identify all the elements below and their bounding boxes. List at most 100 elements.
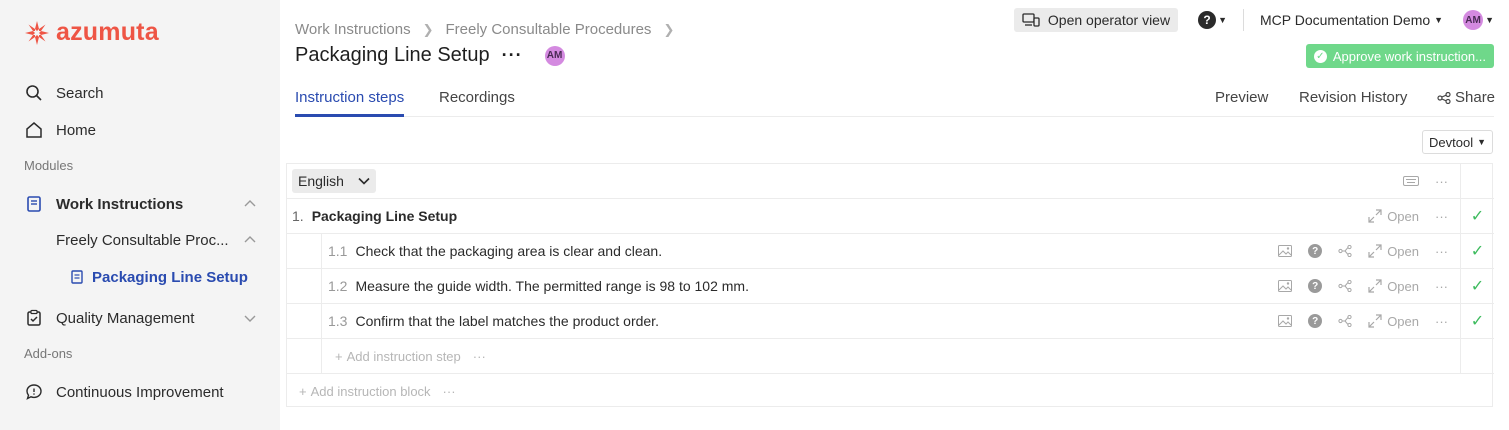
help-icon: ? (1198, 11, 1217, 29)
sidebar-item-continuous-improvement[interactable]: Continuous Improvement (24, 382, 224, 402)
keyboard-icon[interactable] (1403, 176, 1419, 186)
share-icon (1437, 91, 1451, 104)
brand-logo[interactable]: azumuta (24, 18, 159, 47)
caret-down-icon: ▼ (1477, 137, 1486, 147)
sidebar-item-label: Quality Management (56, 309, 195, 327)
sidebar-item-packaging-line-setup[interactable]: Packaging Line Setup (70, 267, 248, 287)
indent-cell (287, 269, 322, 303)
more-options-icon[interactable]: ··· (1435, 244, 1448, 259)
instruction-block-row[interactable]: 1. Packaging Line Setup Open ··· ✓ (287, 199, 1494, 234)
more-options-icon[interactable]: ··· (1435, 314, 1448, 329)
more-options-icon[interactable]: ··· (473, 349, 486, 364)
step-content: 1.3 Confirm that the label matches the pr… (328, 313, 659, 329)
image-icon[interactable] (1278, 280, 1293, 292)
caret-down-icon: ▼ (1218, 15, 1227, 25)
add-instruction-step-button[interactable]: + Add instruction step ··· (335, 349, 486, 364)
add-block-row: + Add instruction block ··· (287, 374, 1494, 409)
add-step-row: + Add instruction step ··· (287, 339, 1494, 374)
user-menu[interactable]: AM ▼ (1443, 10, 1494, 30)
step-text: Check that the packaging area is clear a… (355, 243, 663, 259)
instruction-step-row[interactable]: 1.3 Confirm that the label matches the pr… (287, 304, 1494, 339)
share-label: Share (1455, 89, 1496, 106)
open-step-button[interactable]: Open (1368, 244, 1419, 259)
chevron-up-icon[interactable] (243, 233, 257, 247)
branch-icon[interactable] (1338, 315, 1352, 327)
more-options-icon[interactable]: ··· (1435, 174, 1448, 189)
plus-icon: + (335, 348, 343, 364)
caret-down-icon: ▼ (1434, 15, 1444, 25)
share-button[interactable]: Share (1437, 89, 1495, 106)
devtool-dropdown[interactable]: Devtool ▼ (1422, 130, 1493, 154)
expand-icon (1368, 314, 1382, 328)
open-block-button[interactable]: Open (1368, 209, 1419, 224)
sidebar-item-label: Search (56, 84, 104, 102)
language-select[interactable]: English (292, 169, 376, 193)
expand-icon (1368, 279, 1382, 293)
branch-icon[interactable] (1338, 280, 1352, 292)
chevron-down-icon[interactable] (243, 311, 257, 325)
approve-work-instruction-button[interactable]: ✓ Approve work instruction... (1305, 44, 1494, 68)
expand-icon (1368, 244, 1382, 258)
home-icon (24, 120, 44, 140)
azumuta-logo-icon (25, 20, 49, 45)
step-actions: ? Open ··· (1262, 269, 1448, 303)
chevron-up-icon[interactable] (243, 197, 257, 211)
avatar[interactable]: AM (544, 45, 565, 66)
image-icon[interactable] (1278, 315, 1293, 327)
instruction-step-row[interactable]: 1.2 Measure the guide width. The permitte… (287, 269, 1494, 304)
instruction-step-row[interactable]: 1.1 Check that the packaging area is clea… (287, 234, 1494, 269)
approve-label: Approve work instruction... (1332, 48, 1486, 64)
help-icon[interactable]: ? (1308, 244, 1323, 258)
sidebar-item-quality-management[interactable]: Quality Management (24, 308, 194, 328)
help-menu[interactable]: ? ▼ (1198, 11, 1227, 29)
open-operator-view-button[interactable]: Open operator view (1013, 8, 1179, 32)
tab-bar: Instruction steps Recordings Preview Rev… (295, 89, 1495, 117)
add-instruction-block-button[interactable]: + Add instruction block ··· (299, 384, 456, 399)
help-icon[interactable]: ? (1308, 314, 1323, 328)
more-options-icon[interactable]: ··· (502, 45, 523, 66)
image-icon[interactable] (1278, 245, 1293, 257)
tab-recordings[interactable]: Recordings (439, 89, 515, 117)
page-title: Packaging Line Setup (295, 44, 490, 66)
help-icon[interactable]: ? (1308, 279, 1323, 293)
preview-link[interactable]: Preview (1215, 89, 1268, 106)
step-number: 1.1 (328, 243, 348, 259)
sidebar-item-search[interactable]: Search (24, 83, 104, 103)
open-step-button[interactable]: Open (1368, 314, 1419, 329)
chevron-right-icon: ❯ (422, 21, 434, 37)
chat-bubble-icon (24, 382, 44, 402)
instruction-grid: English ··· 1. Packaging Line Setup Open (286, 163, 1494, 409)
sidebar-section-modules: Modules (24, 158, 74, 173)
open-label: Open (1387, 208, 1419, 224)
step-number: 1.3 (328, 313, 348, 329)
sidebar-item-home[interactable]: Home (24, 120, 96, 140)
open-label: Open (1387, 313, 1419, 329)
sidebar-section-addons: Add-ons (24, 346, 73, 361)
revision-history-link[interactable]: Revision History (1299, 89, 1407, 106)
header-actions: ··· (1387, 164, 1448, 198)
top-toolbar: Open operator view ? ▼ MCP Documentation… (1013, 8, 1494, 32)
more-options-icon[interactable]: ··· (1435, 279, 1448, 294)
breadcrumb-item-freely-consultable[interactable]: Freely Consultable Procedures (446, 21, 652, 38)
sidebar-item-label: Work Instructions (56, 195, 184, 213)
sidebar-item-work-instructions[interactable]: Work Instructions (24, 194, 183, 214)
block-actions: Open ··· (1352, 199, 1448, 233)
open-step-button[interactable]: Open (1368, 279, 1419, 294)
organization-selector[interactable]: MCP Documentation Demo ▼ (1260, 12, 1443, 28)
sidebar: azumuta Search Home Modules Work Instruc… (0, 0, 280, 430)
step-actions: ? Open ··· (1262, 234, 1448, 268)
brand-name: azumuta (56, 18, 159, 46)
plus-icon: + (299, 384, 307, 399)
sidebar-item-label: Continuous Improvement (56, 383, 224, 401)
main-content: Work Instructions ❯ Freely Consultable P… (280, 0, 1509, 430)
step-content: 1.1 Check that the packaging area is clea… (328, 243, 662, 259)
branch-icon[interactable] (1338, 245, 1352, 257)
status-cell (1460, 339, 1494, 373)
open-label: Open (1387, 278, 1419, 294)
breadcrumb-item-work-instructions[interactable]: Work Instructions (295, 21, 411, 38)
more-options-icon[interactable]: ··· (1435, 209, 1448, 224)
tab-instruction-steps[interactable]: Instruction steps (295, 89, 405, 117)
step-text: Measure the guide width. The permitted r… (355, 278, 749, 294)
more-options-icon[interactable]: ··· (443, 384, 456, 399)
sidebar-item-freely-consultable[interactable]: Freely Consultable Proc... (56, 232, 229, 249)
